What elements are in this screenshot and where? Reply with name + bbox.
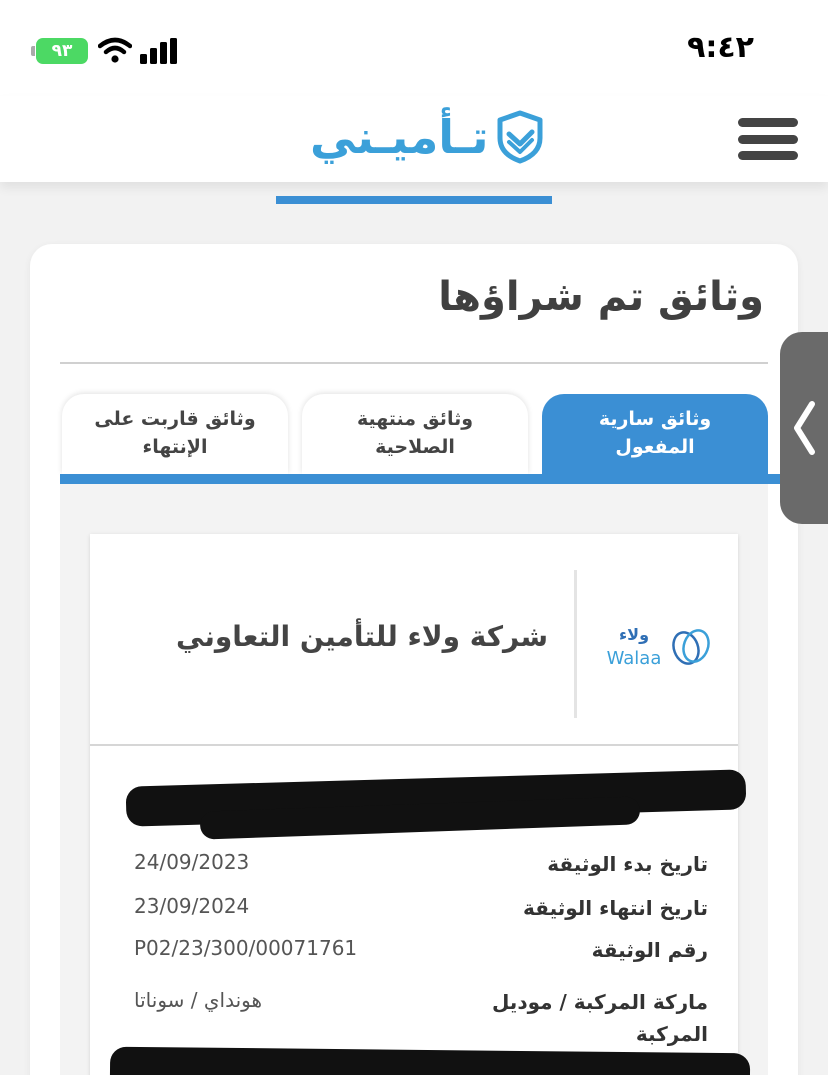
logo-divider: [574, 570, 577, 718]
policy-start-value: 24/09/2023: [134, 850, 250, 874]
menu-icon[interactable]: [738, 118, 798, 160]
title-divider: [60, 362, 768, 364]
policy-tabs: وثائق سارية المفعول وثائق منتهية الصلاحي…: [60, 392, 768, 474]
vehicle-value: هونداي / سوناتا: [134, 988, 263, 1012]
tab-expired-policies[interactable]: وثائق منتهية الصلاحية: [302, 394, 528, 474]
page-title: وثائق تم شراؤها: [438, 274, 764, 320]
policy-end-value: 23/09/2024: [134, 894, 250, 918]
company-name: شركة ولاء للتأمين التعاوني: [176, 620, 548, 653]
vehicle-label: ماركة المركبة / موديل المركبة: [491, 990, 708, 1046]
redaction-mark: [109, 1046, 751, 1075]
signal-icon: [140, 38, 177, 64]
header-underline: [276, 196, 552, 204]
tabs-underline: [60, 474, 798, 484]
policy-card[interactable]: شركة ولاء للتأمين التعاوني ولاء Walaa تا…: [90, 534, 751, 1075]
policy-number-label: رقم الوثيقة: [591, 938, 708, 962]
battery-indicator: ٩٣: [31, 38, 88, 64]
side-drawer-handle[interactable]: [780, 332, 828, 524]
walaa-logo-ar: ولاء: [619, 625, 649, 644]
tab-expiring-policies[interactable]: وثائق قاربت على الإنتهاء: [62, 394, 288, 474]
status-time: ٩:٤٢: [687, 30, 754, 65]
app-header: تـأميـني: [0, 96, 828, 182]
shield-icon: [497, 110, 543, 164]
logo-text: تـأميـني: [310, 110, 489, 164]
battery-level: ٩٣: [51, 41, 73, 61]
walaa-logo-en: Walaa: [607, 648, 662, 669]
chevron-left-icon: [794, 401, 815, 455]
policy-end-label: تاريخ انتهاء الوثيقة: [523, 896, 708, 920]
walaa-logo: ولاء Walaa: [607, 625, 710, 669]
app-logo[interactable]: تـأميـني: [310, 106, 545, 168]
company-row: شركة ولاء للتأمين التعاوني ولاء Walaa: [90, 534, 738, 746]
policy-number-value: P02/23/300/00071761: [134, 936, 358, 960]
wifi-icon: [98, 37, 132, 63]
status-bar: ٩٣ ٩:٤٢: [0, 0, 828, 96]
tab-active-policies[interactable]: وثائق سارية المفعول: [542, 394, 768, 474]
policy-start-label: تاريخ بدء الوثيقة: [547, 852, 708, 876]
